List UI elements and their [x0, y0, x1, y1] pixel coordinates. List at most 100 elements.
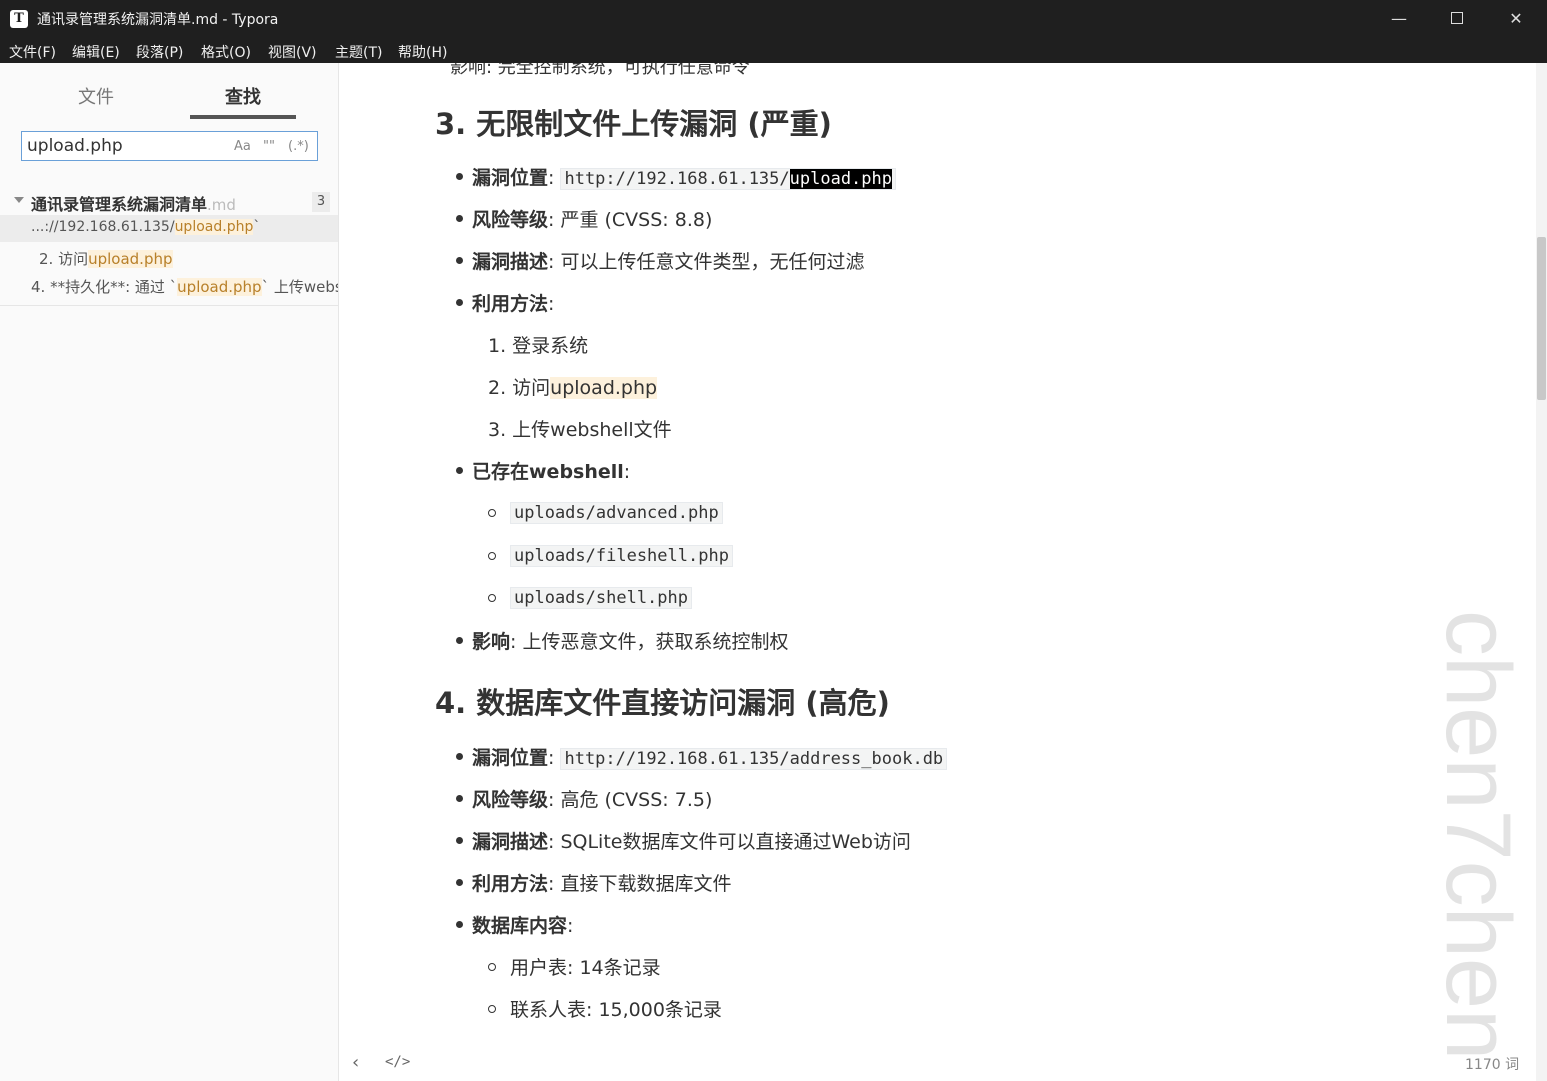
item-label: 风险等级: [472, 209, 549, 231]
inline-code: http://192.168.61.135/address_book.db: [560, 748, 948, 770]
list-item: 漏洞描述: 可以上传任意文件类型，无任何过滤: [472, 247, 864, 274]
colon: :: [623, 461, 631, 483]
section-heading-4: 4. 数据库文件直接访问漏洞 (高危): [435, 686, 890, 720]
colon: :: [548, 747, 561, 769]
inline-code: uploads/advanced.php: [510, 502, 723, 524]
maximize-button[interactable]: [1428, 0, 1486, 38]
result-text: `: [253, 219, 261, 235]
active-tab-indicator: [190, 115, 296, 119]
search-result-item[interactable]: 4. **持久化**: 通过 `upload.php` 上传websh: [0, 272, 338, 299]
typora-app-icon: T: [10, 10, 28, 28]
menu-paragraph[interactable]: 段落(P): [136, 42, 183, 62]
sub-bullet: [488, 1005, 496, 1013]
result-text: ` 上传websh: [261, 278, 338, 296]
colon: :: [548, 167, 561, 189]
partial-list-item: 影响: 完全控制系统，可执行任意命令: [450, 63, 750, 78]
whole-word-toggle[interactable]: "": [263, 139, 275, 154]
tab-files[interactable]: 文件: [78, 83, 114, 109]
item-value: : 严重 (CVSS: 8.8): [548, 209, 713, 231]
bullet: [456, 173, 463, 180]
item-label: 风险等级: [472, 789, 549, 811]
inline-code: http://192.168.61.135/upload.php: [560, 168, 896, 190]
watermark: chen7chen: [1427, 610, 1529, 1061]
item-label: 影响: [472, 631, 511, 653]
sub-bullet: [488, 594, 496, 602]
item-label: 已存在webshell: [472, 461, 624, 483]
search-result-item[interactable]: ...://192.168.61.135/upload.php`: [0, 215, 338, 242]
bullet: [456, 299, 463, 306]
result-text: 2. 访问: [39, 250, 89, 268]
colon: :: [548, 293, 555, 315]
minimize-button[interactable]: —: [1370, 0, 1428, 38]
list-item: 漏洞位置: http://192.168.61.135/upload.php: [472, 163, 896, 190]
result-count-badge: 3: [312, 192, 330, 212]
list-item: 风险等级: 高危 (CVSS: 7.5): [472, 785, 712, 812]
menu-edit[interactable]: 编辑(E): [72, 42, 120, 62]
ordered-step: 2. 访问upload.php: [488, 373, 658, 400]
typora-window: T 通讯录管理系统漏洞清单.md - Typora — ✕ 文件(F) 编辑(E…: [0, 0, 1547, 1081]
item-label: 数据库内容: [472, 915, 568, 937]
bullet: [456, 467, 463, 474]
source-code-icon[interactable]: </>: [385, 1054, 410, 1070]
result-match: upload.php: [177, 278, 262, 296]
list-item: 影响: 上传恶意文件，获取系统控制权: [472, 627, 788, 654]
close-button[interactable]: ✕: [1487, 0, 1545, 38]
section-heading-3: 3. 无限制文件上传漏洞 (严重): [435, 107, 832, 141]
menu-file[interactable]: 文件(F): [9, 42, 56, 62]
list-item: 漏洞描述: SQLite数据库文件可以直接通过Web访问: [472, 827, 911, 854]
sub-list-item: 联系人表: 15,000条记录: [510, 999, 722, 1021]
sub-list-item: uploads/shell.php: [510, 586, 692, 609]
item-label: 利用方法: [472, 293, 549, 315]
menu-view[interactable]: 视图(V): [268, 42, 317, 62]
item-label: 漏洞描述: [472, 831, 549, 853]
list-item: 漏洞位置: http://192.168.61.135/address_book…: [472, 743, 948, 770]
scrollbar-track[interactable]: [1536, 63, 1547, 1081]
list-item: 数据库内容:: [472, 911, 573, 938]
bullet: [456, 753, 463, 760]
result-file-name: 通讯录管理系统漏洞清单.md: [31, 191, 236, 215]
code-text: http://192.168.61.135/: [564, 169, 790, 189]
colon: :: [567, 915, 574, 937]
result-text: 4. **持久化**: 通过 `: [31, 278, 178, 296]
result-file-title: 通讯录管理系统漏洞清单: [31, 195, 208, 214]
result-group-header[interactable]: 通讯录管理系统漏洞清单.md 3: [0, 188, 338, 214]
tab-search[interactable]: 查找: [225, 83, 261, 109]
bullet: [456, 837, 463, 844]
item-label: 漏洞位置: [472, 747, 549, 769]
regex-toggle[interactable]: (.*): [288, 139, 309, 154]
item-value: : SQLite数据库文件可以直接通过Web访问: [548, 831, 911, 853]
editor-content[interactable]: 影响: 完全控制系统，可执行任意命令 3. 无限制文件上传漏洞 (严重) 漏洞位…: [340, 63, 1534, 1081]
result-match: upload.php: [174, 219, 254, 235]
sub-bullet: [488, 552, 496, 560]
word-count[interactable]: 1170 词: [1465, 1054, 1519, 1074]
sub-bullet: [488, 963, 496, 971]
bullet: [456, 921, 463, 928]
list-item: 风险等级: 严重 (CVSS: 8.8): [472, 205, 712, 232]
search-highlight: upload.php: [550, 377, 658, 399]
result-match: upload.php: [88, 250, 173, 268]
item-value: : 直接下载数据库文件: [548, 873, 732, 895]
sub-bullet: [488, 509, 496, 517]
inline-code: uploads/fileshell.php: [510, 545, 733, 567]
search-result-item[interactable]: 2. 访问upload.php: [0, 244, 338, 271]
caret-down-icon[interactable]: [14, 197, 24, 203]
selected-text: upload.php: [789, 169, 892, 189]
result-file-ext: .md: [207, 196, 236, 214]
item-value: : 高危 (CVSS: 7.5): [548, 789, 713, 811]
scrollbar-thumb[interactable]: [1537, 237, 1546, 400]
bullet: [456, 215, 463, 222]
menu-theme[interactable]: 主题(T): [335, 42, 382, 62]
item-label: 利用方法: [472, 873, 549, 895]
list-item: 利用方法:: [472, 289, 554, 316]
sub-list-item: uploads/advanced.php: [510, 501, 723, 524]
inline-code: uploads/shell.php: [510, 587, 692, 609]
search-input[interactable]: [27, 136, 227, 156]
match-case-toggle[interactable]: Aa: [234, 139, 251, 154]
bullet: [456, 879, 463, 886]
menu-format[interactable]: 格式(O): [201, 42, 251, 62]
item-value: : 可以上传任意文件类型，无任何过滤: [548, 251, 865, 273]
chevron-left-icon[interactable]: ‹: [352, 1052, 359, 1073]
ordered-step: 1. 登录系统: [488, 335, 589, 357]
item-label: 漏洞描述: [472, 251, 549, 273]
menu-help[interactable]: 帮助(H): [398, 42, 447, 62]
